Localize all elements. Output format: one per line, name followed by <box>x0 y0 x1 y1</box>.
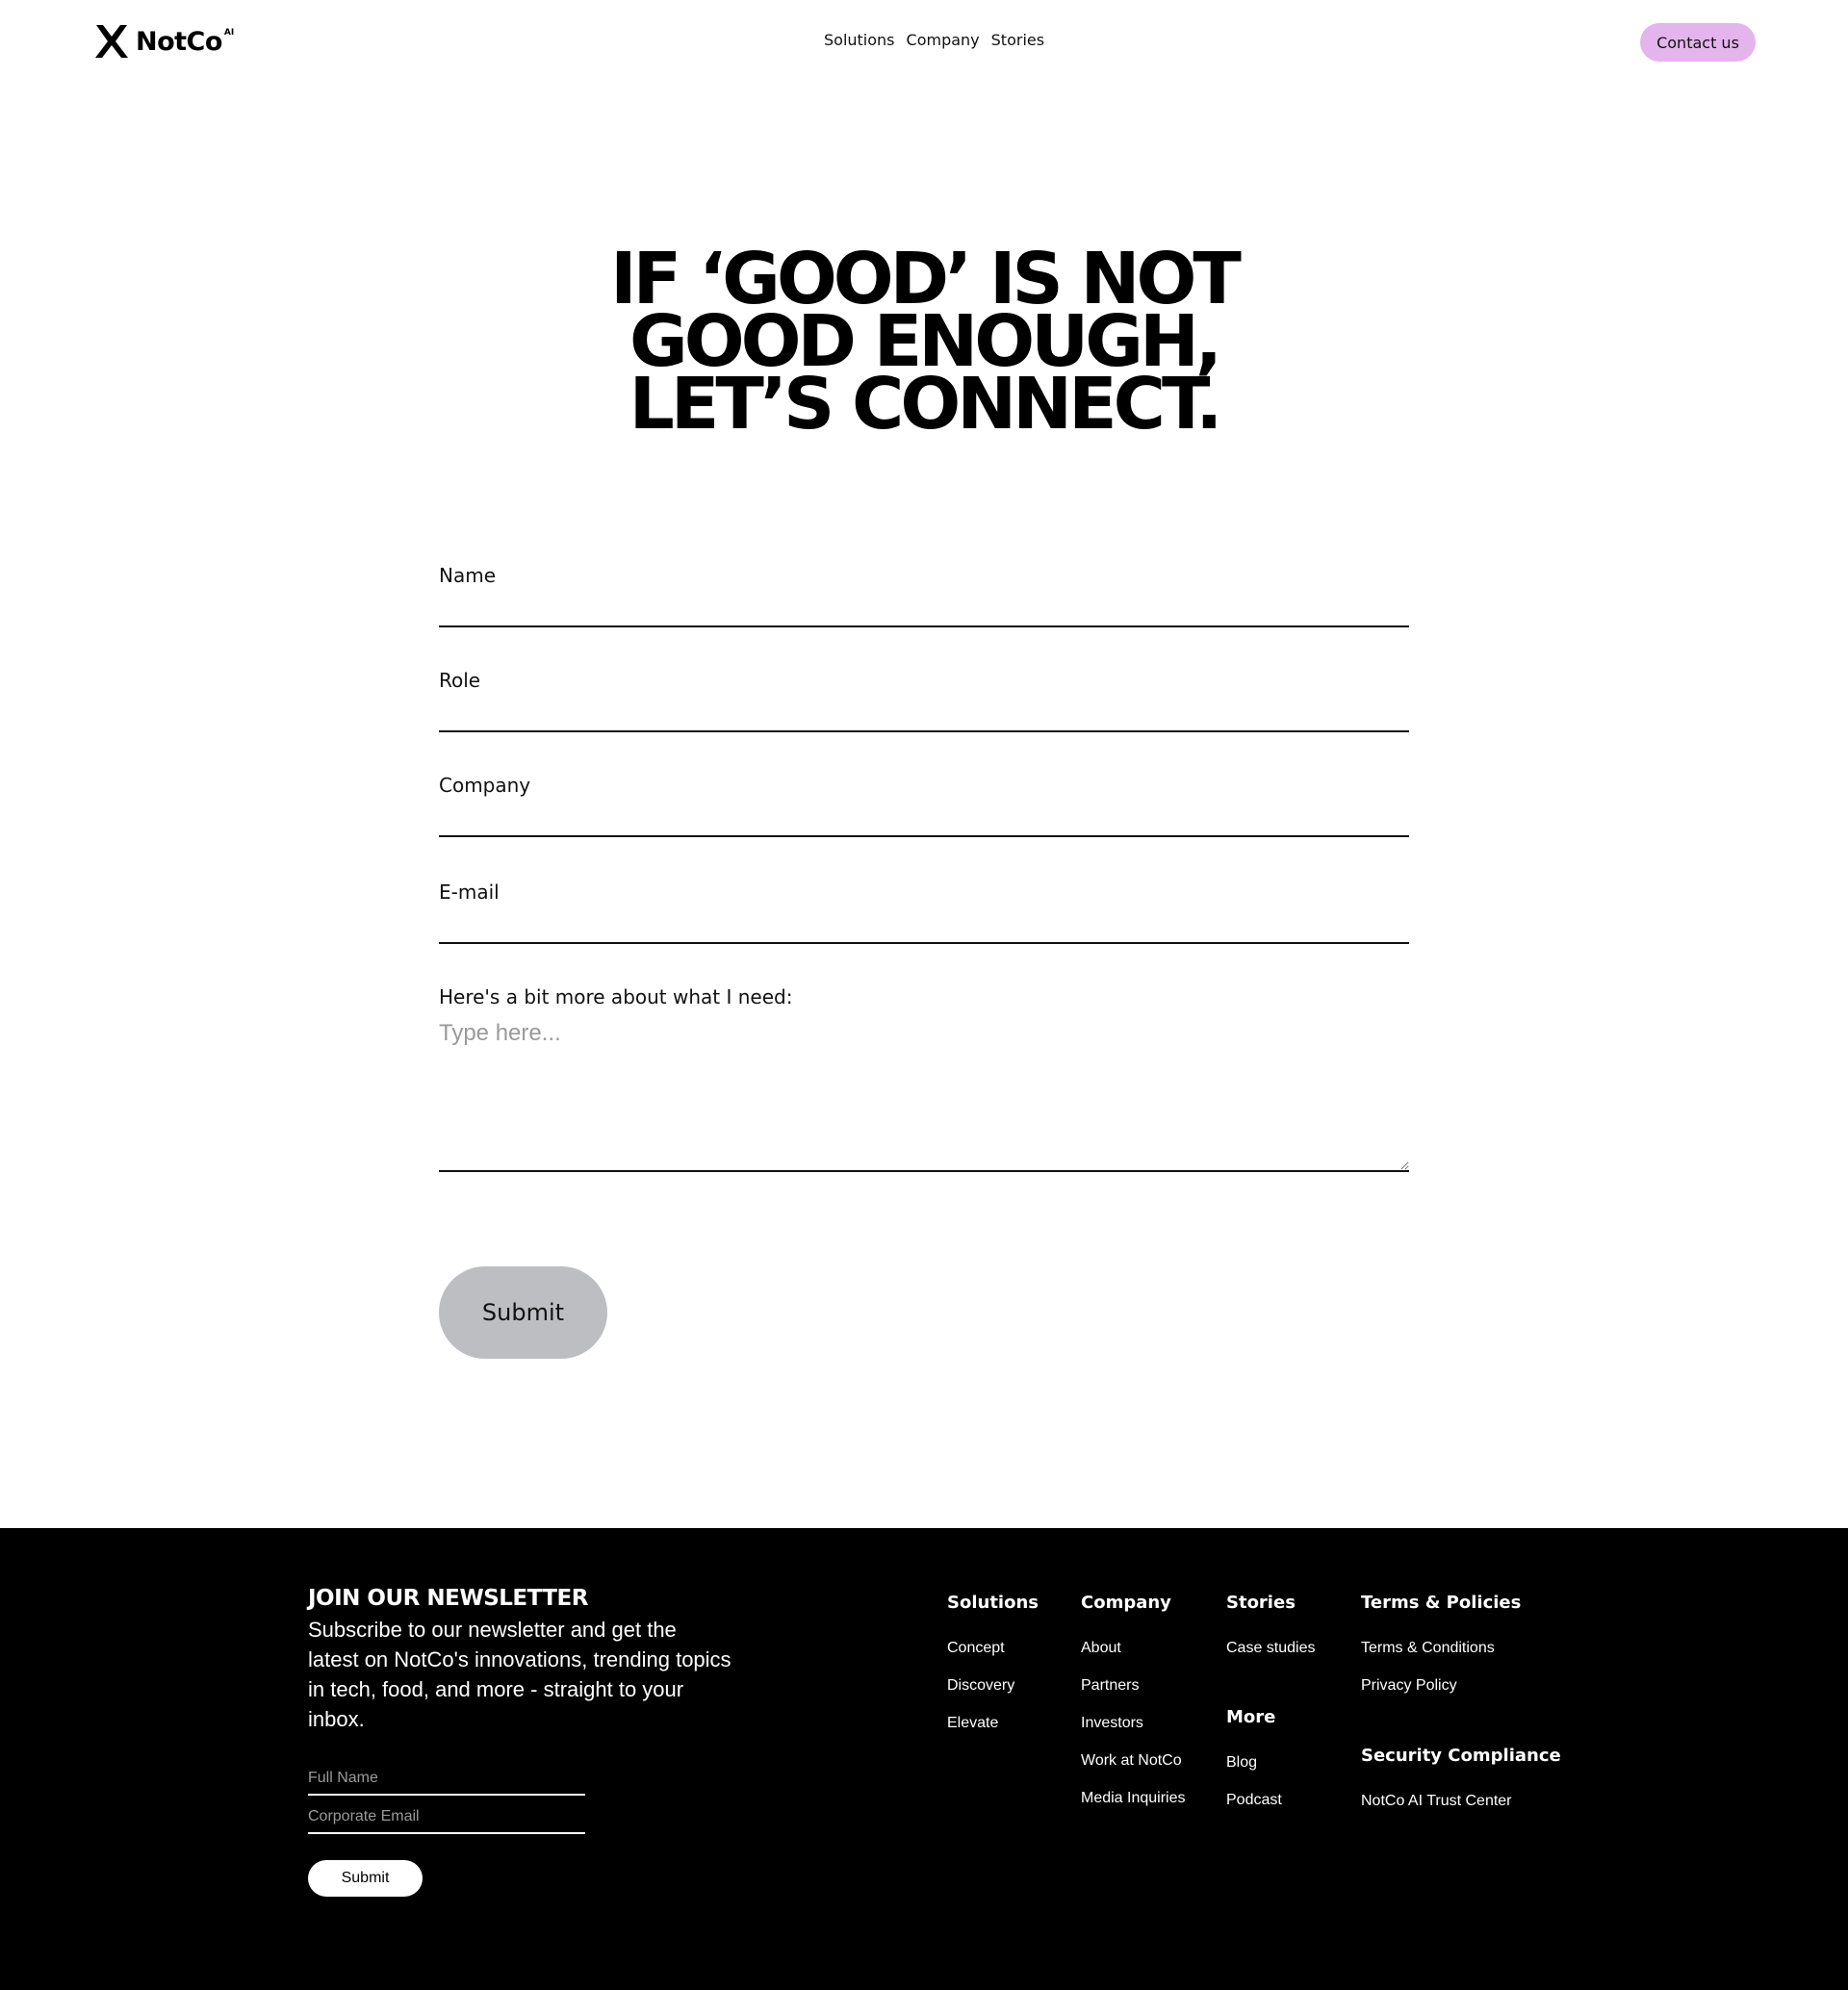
footer-link-podcast[interactable]: Podcast <box>1226 1792 1282 1809</box>
page-title: IF ‘GOOD’ IS NOT GOOD ENOUGH, LET’S CONN… <box>539 243 1309 446</box>
role-label: Role <box>439 669 481 692</box>
x-logo-icon <box>93 23 130 60</box>
footer-link-case-studies[interactable]: Case studies <box>1226 1640 1316 1657</box>
newsletter-title: JOIN OUR NEWSLETTER <box>308 1586 588 1611</box>
company-input[interactable] <box>439 797 1409 837</box>
footer-col-stories: Stories Case studies <box>1226 1593 1316 1677</box>
footer-link-blog[interactable]: Blog <box>1226 1754 1282 1772</box>
site-footer: JOIN OUR NEWSLETTER Subscribe to our new… <box>0 1528 1848 1990</box>
footer-link-terms-conditions[interactable]: Terms & Conditions <box>1361 1640 1521 1657</box>
footer-link-discovery[interactable]: Discovery <box>947 1677 1039 1695</box>
footer-heading-stories: Stories <box>1226 1593 1296 1613</box>
main-nav: Solutions Company Stories <box>824 31 1044 49</box>
newsletter-fullname-input[interactable] <box>308 1763 585 1796</box>
name-field-group: Name <box>439 564 1409 627</box>
footer-link-investors[interactable]: Investors <box>1081 1715 1186 1732</box>
role-input[interactable] <box>439 692 1409 732</box>
footer-heading-terms: Terms & Policies <box>1361 1593 1522 1613</box>
nav-item-stories[interactable]: Stories <box>991 31 1044 49</box>
name-label: Name <box>439 564 497 587</box>
email-field-group: E-mail <box>439 880 1409 944</box>
contact-us-button[interactable]: Contact us <box>1640 23 1756 62</box>
site-header: NotCo AI Solutions Company Stories Conta… <box>0 0 1848 87</box>
footer-col-security: Security Compliance NotCo AI Trust Cente… <box>1361 1746 1561 1830</box>
title-line-3: LET’S CONNECT. <box>629 363 1223 446</box>
email-label: E-mail <box>439 880 500 904</box>
footer-link-partners[interactable]: Partners <box>1081 1677 1186 1695</box>
company-field-group: Company <box>439 774 1409 837</box>
footer-link-media-inquiries[interactable]: Media Inquiries <box>1081 1790 1186 1807</box>
footer-col-company: Company About Partners Investors Work at… <box>1081 1593 1186 1827</box>
footer-link-work-at-notco[interactable]: Work at NotCo <box>1081 1752 1186 1770</box>
email-input[interactable] <box>439 904 1409 944</box>
footer-col-terms: Terms & Policies Terms & Conditions Priv… <box>1361 1593 1521 1715</box>
brand-superscript: AI <box>223 28 235 38</box>
newsletter-email-input[interactable] <box>308 1801 585 1834</box>
submit-button[interactable]: Submit <box>439 1266 607 1359</box>
newsletter-description: Subscribe to our newsletter and get the … <box>308 1618 732 1731</box>
footer-heading-solutions: Solutions <box>947 1593 1039 1613</box>
company-label: Company <box>439 774 531 797</box>
footer-link-trust-center[interactable]: NotCo AI Trust Center <box>1361 1793 1561 1810</box>
footer-heading-company: Company <box>1081 1593 1171 1613</box>
newsletter-submit-button[interactable]: Submit <box>308 1860 423 1897</box>
footer-col-more: More Blog Podcast <box>1226 1707 1282 1829</box>
role-field-group: Role <box>439 669 1409 732</box>
footer-link-privacy-policy[interactable]: Privacy Policy <box>1361 1677 1521 1695</box>
footer-link-elevate[interactable]: Elevate <box>947 1715 1039 1732</box>
footer-heading-security: Security Compliance <box>1361 1746 1561 1766</box>
footer-link-about[interactable]: About <box>1081 1640 1186 1657</box>
nav-item-solutions[interactable]: Solutions <box>824 31 895 49</box>
footer-col-solutions: Solutions Concept Discovery Elevate <box>947 1593 1039 1752</box>
notco-logo[interactable]: NotCo AI <box>93 23 234 60</box>
name-input[interactable] <box>439 587 1409 627</box>
footer-heading-more: More <box>1226 1707 1276 1727</box>
message-textarea[interactable] <box>439 1008 1409 1172</box>
nav-item-company[interactable]: Company <box>907 31 980 49</box>
footer-link-concept[interactable]: Concept <box>947 1640 1039 1657</box>
brand-name: NotCo <box>136 26 222 57</box>
message-field-group: Here's a bit more about what I need: <box>439 985 1409 1172</box>
message-label: Here's a bit more about what I need: <box>439 985 793 1008</box>
